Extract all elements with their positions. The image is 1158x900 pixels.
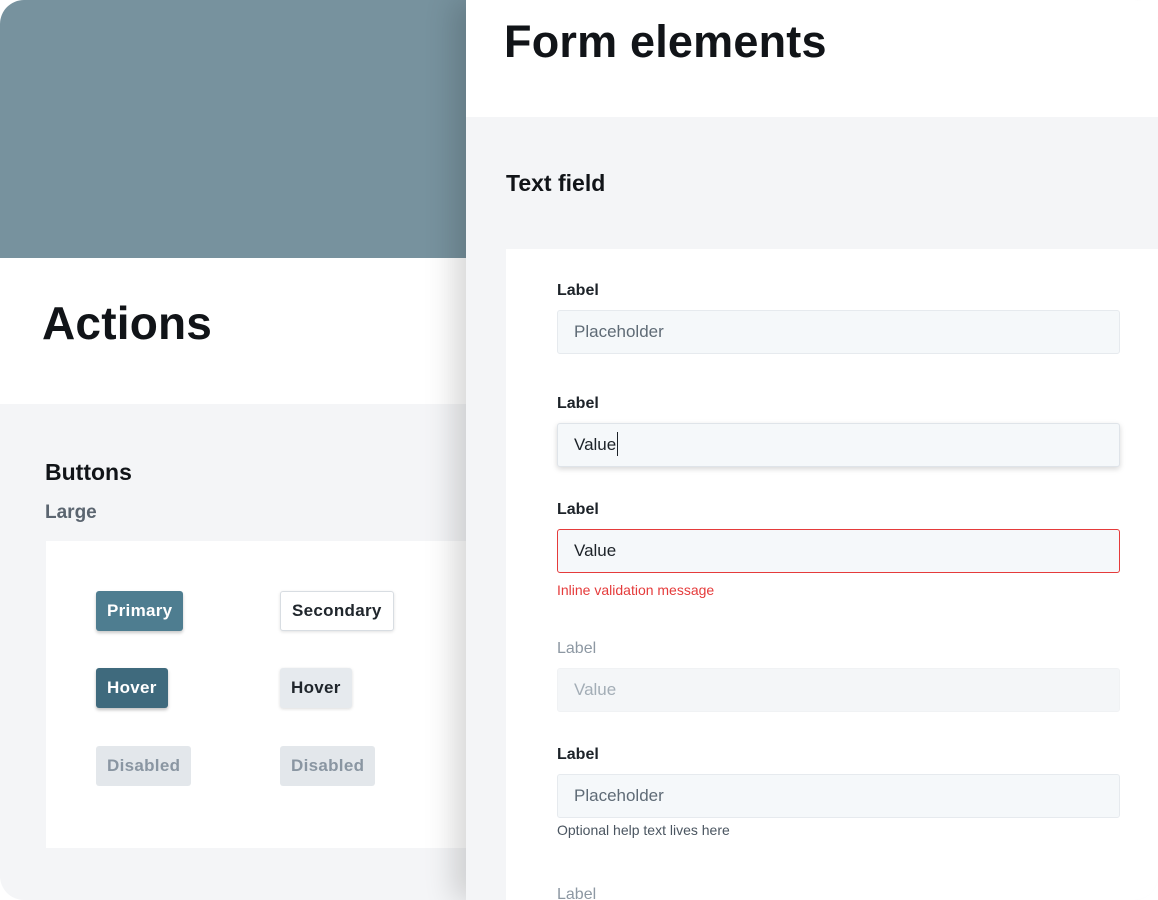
field-label: Label [557,395,599,412]
text-field-section-title: Text field [506,170,606,196]
field-label: Label [557,282,599,299]
screenshot-frame: Actions Buttons Large Primary Secondary … [0,0,1158,900]
actions-sheet: Actions Buttons Large Primary Secondary … [0,0,520,900]
text-caret [617,431,619,456]
text-input-error[interactable]: Value [557,529,1120,573]
actions-page-title: Actions [42,297,213,349]
field-label-clipped: Label [557,886,597,900]
input-value-text: Value [574,541,617,560]
field-label: Label [557,746,599,763]
text-input-disabled: Value [557,668,1120,712]
input-placeholder-text: Placeholder [574,786,664,805]
text-input-with-help[interactable]: Placeholder [557,774,1120,818]
field-label-disabled: Label [557,640,597,657]
text-input-focused[interactable]: Value [557,423,1120,467]
primary-button[interactable]: Primary [96,591,184,631]
help-text: Optional help text lives here [557,822,730,838]
input-value-text: Value [574,680,617,699]
primary-hover-button[interactable]: Hover [96,668,168,708]
text-input-placeholder[interactable]: Placeholder [557,310,1120,354]
secondary-disabled-button: Disabled [280,746,376,786]
input-placeholder-text: Placeholder [574,322,664,341]
form-elements-page-title: Form elements [504,16,827,67]
secondary-hover-button[interactable]: Hover [280,668,352,708]
field-label: Label [557,501,599,518]
form-elements-sheet: Form elements Text field Label Placehold… [466,0,1158,900]
buttons-section-title: Buttons [45,459,132,485]
input-value-text: Value [574,435,617,454]
actions-hero-banner [0,0,520,258]
buttons-size-label: Large [45,502,97,523]
primary-disabled-button: Disabled [96,746,192,786]
inline-validation-message: Inline validation message [557,582,715,598]
secondary-button[interactable]: Secondary [280,591,394,631]
